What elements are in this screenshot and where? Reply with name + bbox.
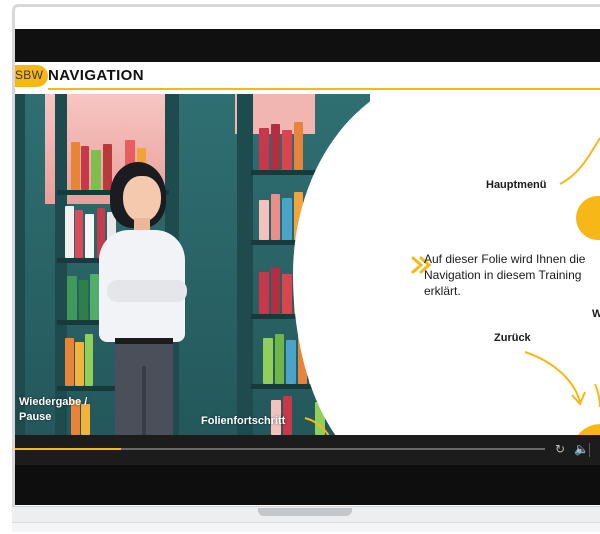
book [294,122,303,170]
book [271,194,280,240]
book [90,274,99,320]
label-partial-right: W [592,308,600,320]
sbw-logo: SBW [15,65,49,87]
book [79,280,88,320]
book [81,146,89,190]
book [259,200,269,240]
label-pause: Pause [19,411,52,423]
book [271,124,280,170]
device-base [12,522,600,532]
label-wiedergabe: Wiedergabe / [19,396,88,408]
progress-bar[interactable] [15,448,545,450]
presenter-face [123,176,161,222]
book [275,334,284,384]
book [282,274,292,314]
player-controls: ↻ 🔈 [15,435,600,465]
slide-body-text: Auf dieser Folie wird Ihnen die Navigati… [424,251,600,299]
book [259,128,269,170]
arrow-zurueck [524,351,581,403]
book [282,130,292,170]
book [263,338,273,384]
progress-fill [15,448,121,450]
book [259,272,269,314]
book [286,340,296,384]
slide-canvas: SBW NAVIGATION Hauptmenü Zurück W Wieder… [15,62,600,435]
book [81,404,90,435]
book [71,142,80,190]
device-notch [258,508,352,516]
control-separator [589,443,590,457]
shelf-pillar [15,94,25,435]
label-hauptmenu: Hauptmenü [486,179,547,191]
arrow-hauptmenu [559,137,600,185]
volume-icon[interactable]: 🔈 [574,442,589,456]
book [85,214,94,258]
slide-header: SBW NAVIGATION [15,62,600,90]
book [75,210,83,258]
header-divider [48,88,600,90]
arrowhead-zurueck [571,391,586,406]
reload-icon[interactable]: ↻ [555,442,565,456]
book [282,198,292,240]
player-bottom-bar [15,465,600,505]
presenter-trouser-seam [142,366,146,435]
body-line: Navigation in diesem Training [424,268,582,282]
arrow-right-partial [594,383,600,408]
slide-title: NAVIGATION [48,67,144,84]
course-player-window: SBW NAVIGATION Hauptmenü Zurück W Wieder… [15,29,600,505]
book [85,334,93,386]
book [271,268,280,314]
player-top-bar [15,29,600,62]
book [75,342,84,386]
book [91,150,101,190]
label-folienfortschritt: Folienfortschritt [201,415,286,427]
hauptmenu-button[interactable] [576,196,600,240]
body-line: Auf dieser Folie wird Ihnen die [424,252,586,266]
presenter-crossed-arms [107,280,187,302]
label-zurueck: Zurück [494,332,531,344]
book [65,206,74,258]
library-illustration [15,94,370,435]
book [65,338,74,386]
shelf-board [251,170,321,175]
body-line: erklärt. [424,284,461,298]
book [67,276,77,320]
